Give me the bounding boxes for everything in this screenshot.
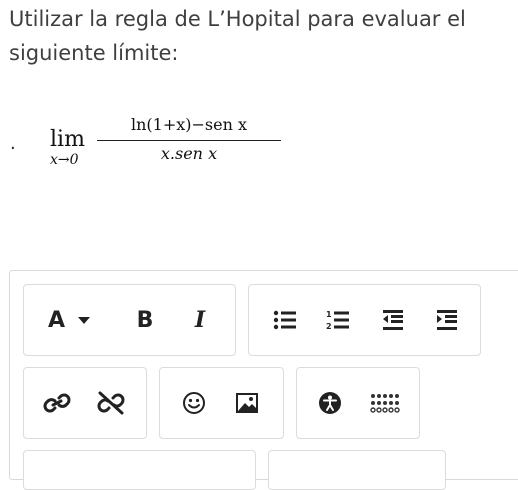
- font-color-icon: A: [48, 307, 66, 333]
- svg-text:1: 1: [326, 310, 332, 319]
- list-bullet: .: [10, 133, 16, 154]
- bold-icon: B: [136, 307, 154, 333]
- keyboard-icon: [370, 394, 400, 413]
- lim-operator: lim: [50, 127, 85, 152]
- outdent-icon: [383, 310, 403, 330]
- lim-subscript: x→0: [50, 152, 79, 168]
- accessibility-button[interactable]: [314, 388, 346, 418]
- numbered-list-icon: 1 2: [326, 310, 349, 331]
- bullet-list-icon: [273, 310, 296, 330]
- italic-button[interactable]: I: [184, 305, 216, 335]
- link-button[interactable]: [40, 388, 74, 418]
- link-icon: [43, 393, 71, 413]
- fraction-numerator: ln(1+x)−sen x: [130, 115, 247, 134]
- indent-button[interactable]: [431, 305, 463, 335]
- emoji-icon: [183, 392, 205, 414]
- toolbar-group-row3-right: [268, 450, 446, 490]
- question-text: Utilizar la regla de L’Hopital para eval…: [9, 7, 466, 65]
- toolbar-group-links: [23, 367, 147, 439]
- toolbar-group-format: A B I: [23, 284, 236, 356]
- numbered-list-button[interactable]: 1 2: [322, 305, 354, 335]
- answer-editor[interactable]: A B I 1 2: [9, 270, 518, 490]
- unlink-icon: [97, 391, 125, 415]
- indent-icon: [437, 310, 457, 330]
- fraction: ln(1+x)−sen x x.sen x: [97, 115, 281, 164]
- unlink-button[interactable]: [94, 388, 128, 418]
- emoji-button[interactable]: [178, 388, 210, 418]
- toolbar-group-row3-left: [23, 450, 256, 490]
- bullet-list-button[interactable]: [269, 305, 301, 335]
- toolbar-group-lists: 1 2: [248, 284, 481, 356]
- svg-text:2: 2: [326, 322, 332, 331]
- image-button[interactable]: [231, 388, 263, 418]
- outdent-button[interactable]: [377, 305, 409, 335]
- image-icon: [236, 393, 258, 413]
- keyboard-button[interactable]: [367, 388, 403, 418]
- accessibility-icon: [319, 392, 341, 414]
- toolbar-group-insert: [159, 367, 284, 439]
- fraction-bar: [97, 140, 281, 141]
- fraction-denominator: x.sen x: [160, 144, 218, 163]
- italic-icon: I: [194, 307, 206, 333]
- toolbar-group-extras: [296, 367, 420, 439]
- font-color-button[interactable]: A: [42, 305, 98, 335]
- dropdown-caret-icon: [78, 317, 91, 324]
- bold-button[interactable]: B: [129, 305, 161, 335]
